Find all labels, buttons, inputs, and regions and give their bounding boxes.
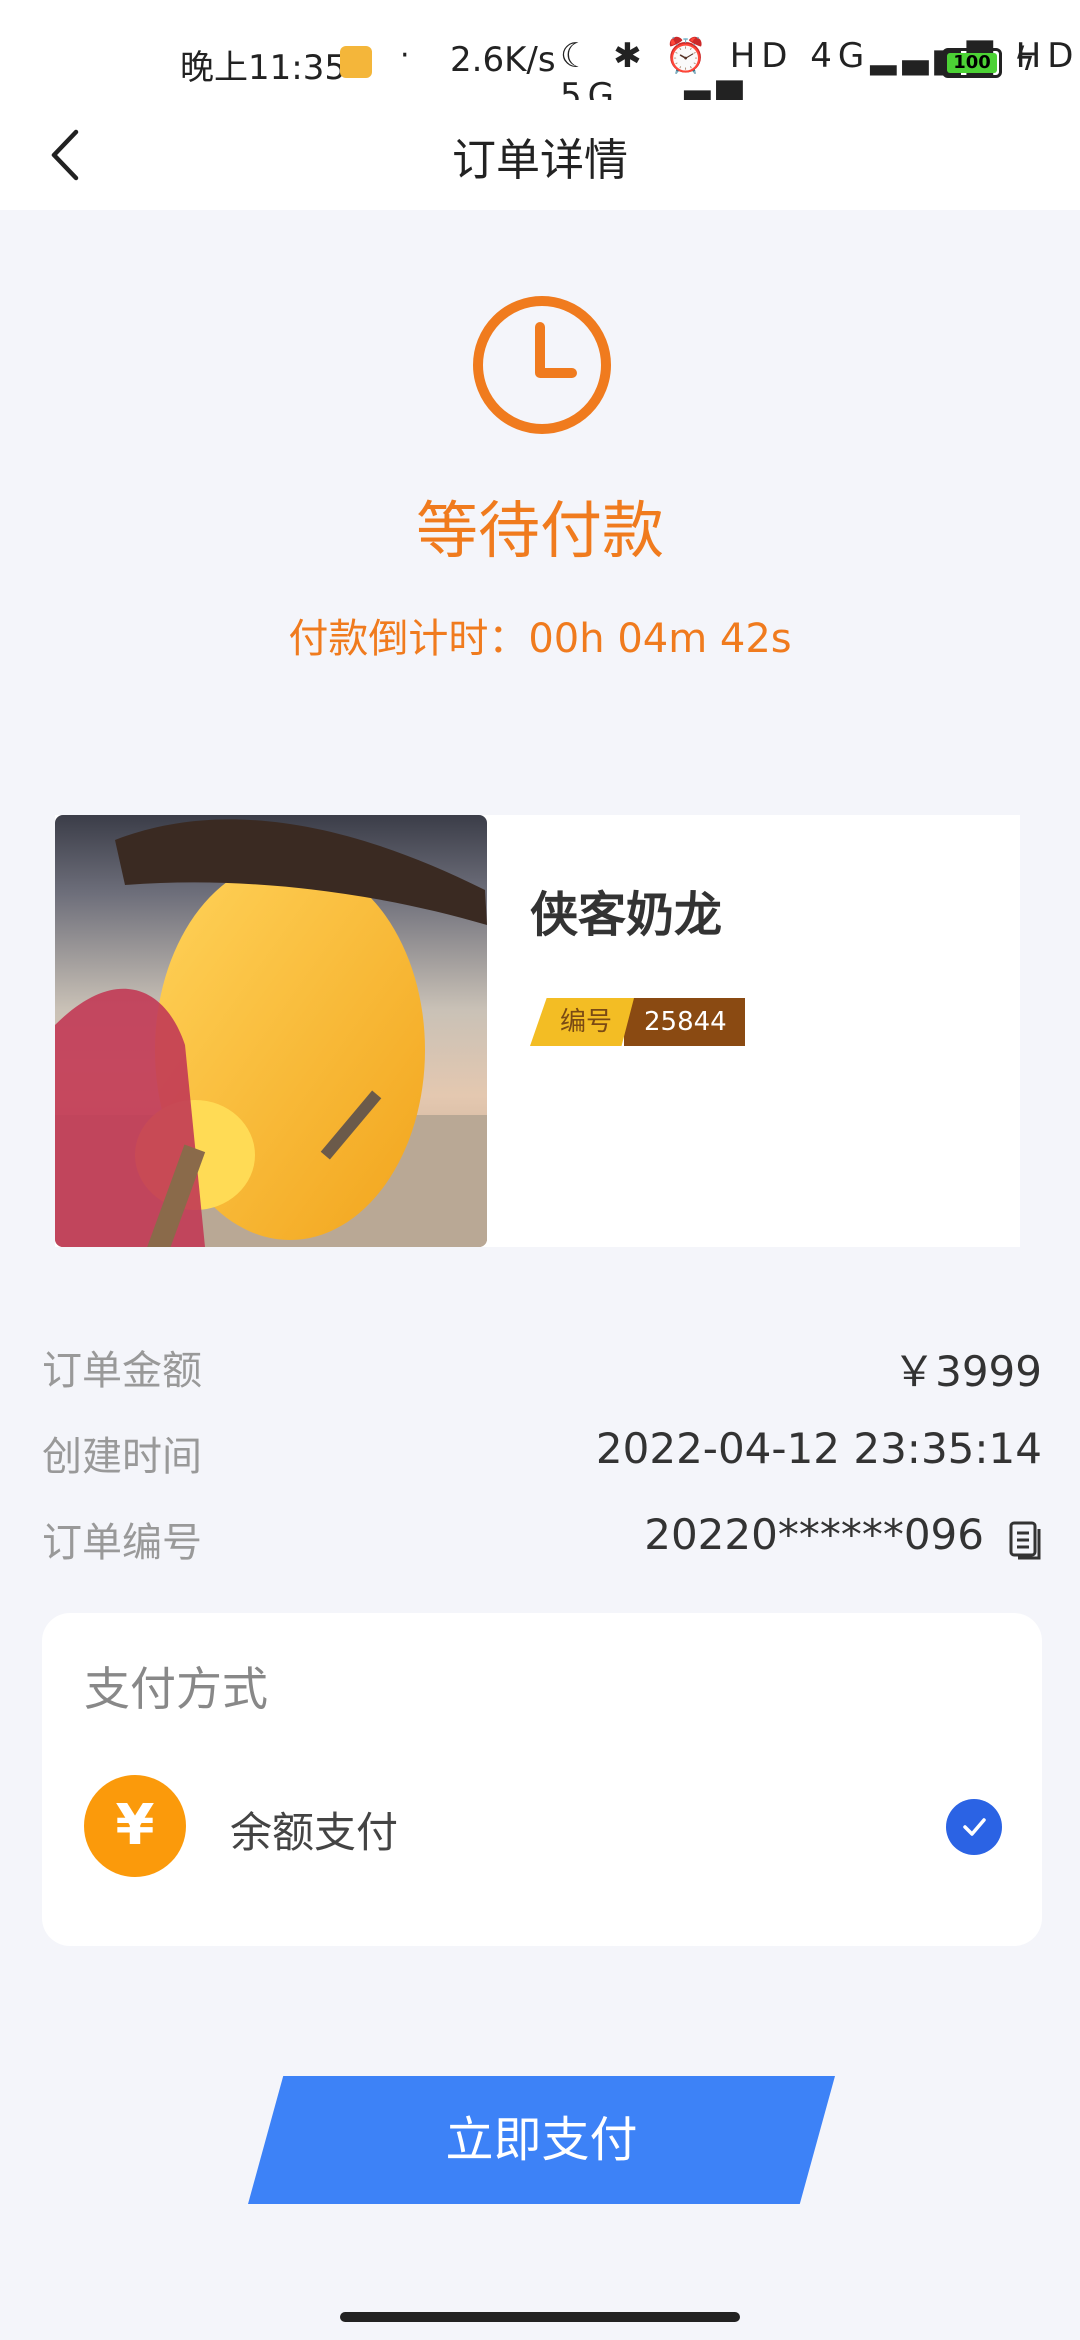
status-separator: · <box>400 38 410 73</box>
payment-method-title: 支付方式 <box>84 1662 268 1716</box>
payment-option-balance[interactable]: ¥ 余额支付 <box>84 1775 1002 1877</box>
checkmark-icon[interactable] <box>946 1799 1002 1855</box>
pay-now-button[interactable]: 立即支付 <box>248 2076 835 2204</box>
product-illustration <box>55 819 487 1247</box>
created-time-row: 创建时间 2022-04-12 23:35:14 <box>42 1424 1042 1484</box>
order-number-value: 20220******096 <box>644 1510 984 1559</box>
payment-method-card: 支付方式 ¥ 余额支付 <box>42 1613 1042 1946</box>
order-status-title: 等待付款 <box>415 494 664 567</box>
battery-icon: 100 <box>942 48 1002 78</box>
home-indicator[interactable] <box>340 2312 740 2322</box>
payment-option-label: 余额支付 <box>230 1808 399 1857</box>
payment-countdown: 付款倒计时：00h 04m 42s <box>288 616 792 662</box>
notes-app-icon <box>340 46 372 78</box>
serial-label: 编号 <box>530 998 635 1046</box>
order-amount-row: 订单金额 ￥3999 <box>42 1338 1042 1398</box>
product-card[interactable]: 侠客奶龙 编号 25844 <box>55 815 1020 1247</box>
created-time-label: 创建时间 <box>42 1434 202 1480</box>
product-image <box>55 815 487 1247</box>
clock-icon <box>473 296 611 434</box>
created-time-value: 2022-04-12 23:35:14 <box>595 1424 1042 1473</box>
product-name: 侠客奶龙 <box>530 887 723 943</box>
copy-icon[interactable] <box>1008 1520 1042 1560</box>
order-number-row: 订单编号 20220******096 <box>42 1510 1042 1570</box>
status-time: 晚上11:35 <box>180 48 346 88</box>
serial-value: 25844 <box>624 998 745 1046</box>
network-speed: 2.6K/s <box>450 40 556 80</box>
yen-icon: ¥ <box>84 1775 186 1877</box>
order-number-label: 订单编号 <box>42 1520 202 1566</box>
nav-bar: 订单详情 <box>0 100 1080 210</box>
order-amount-label: 订单金额 <box>42 1348 202 1394</box>
page-title: 订单详情 <box>452 135 628 186</box>
battery-level: 100 <box>947 53 997 73</box>
order-amount-value: ￥3999 <box>893 1347 1042 1396</box>
serial-badge: 编号 25844 <box>530 998 745 1046</box>
charging-icon: ϟ <box>1014 40 1036 78</box>
